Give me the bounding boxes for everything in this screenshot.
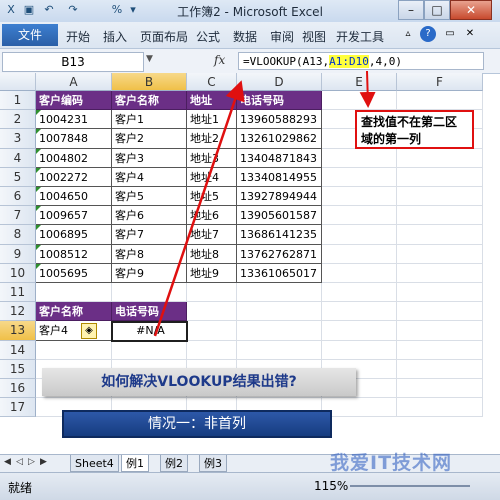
callout-arrow bbox=[359, 70, 376, 108]
sheet-tab-example3[interactable]: 例3 bbox=[199, 455, 227, 472]
status-mode: 就绪 bbox=[8, 481, 33, 495]
first-sheet-icon[interactable]: ◀ bbox=[4, 457, 11, 467]
prev-sheet-icon[interactable]: ◁ bbox=[16, 457, 23, 467]
case-banner: 情况一：非首列 bbox=[62, 410, 332, 438]
zoom-level[interactable]: 115% bbox=[314, 479, 348, 493]
formula-arrow bbox=[153, 80, 245, 337]
watermark: 我爱IT技术网 bbox=[330, 452, 453, 474]
last-sheet-icon[interactable]: ▶ bbox=[40, 457, 47, 467]
title-banner: 如何解决VLOOKUP结果出错? bbox=[42, 368, 356, 396]
sheet-tab-example1[interactable]: 例1 bbox=[121, 455, 149, 472]
sheet-tab-example2[interactable]: 例2 bbox=[160, 455, 188, 472]
next-sheet-icon[interactable]: ▷ bbox=[28, 457, 35, 467]
sheet-tab-sheet4[interactable]: Sheet4 bbox=[70, 455, 119, 472]
zoom-slider[interactable] bbox=[350, 485, 470, 487]
status-bar: 就绪 115% bbox=[0, 472, 500, 500]
